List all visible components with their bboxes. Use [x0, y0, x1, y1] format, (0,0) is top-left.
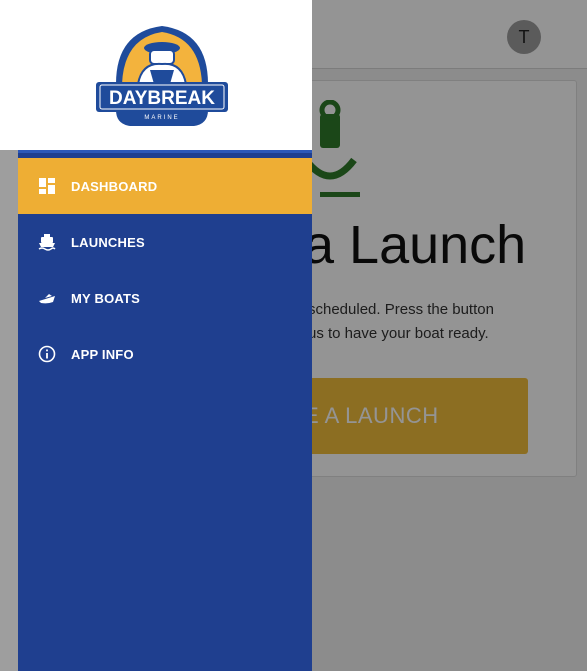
daybreak-marine-logo: DAYBREAK MARINE	[96, 26, 228, 126]
nav-item-my-boats[interactable]: MY BOATS	[18, 270, 312, 326]
info-icon	[38, 345, 56, 363]
speedboat-icon	[38, 289, 56, 307]
drawer-header: DAYBREAK MARINE	[0, 0, 312, 150]
nav-item-label: MY BOATS	[71, 290, 141, 306]
nav-item-label: LAUNCHES	[71, 234, 145, 250]
svg-text:MARINE: MARINE	[144, 115, 179, 121]
navigation-drawer: DAYBREAK MARINE DASHBOARD LAUNCHES MY BO…	[0, 0, 312, 671]
nav-item-launches[interactable]: LAUNCHES	[18, 214, 312, 270]
nav-item-dashboard[interactable]: DASHBOARD	[18, 158, 312, 214]
nav-item-label: DASHBOARD	[71, 178, 158, 194]
drawer-menu: DASHBOARD LAUNCHES MY BOATS APP INFO	[18, 150, 312, 671]
nav-item-label: APP INFO	[71, 346, 134, 362]
boat-icon	[38, 233, 56, 251]
dashboard-icon	[38, 177, 56, 195]
nav-item-app-info[interactable]: APP INFO	[18, 326, 312, 382]
svg-text:DAYBREAK: DAYBREAK	[109, 88, 215, 109]
